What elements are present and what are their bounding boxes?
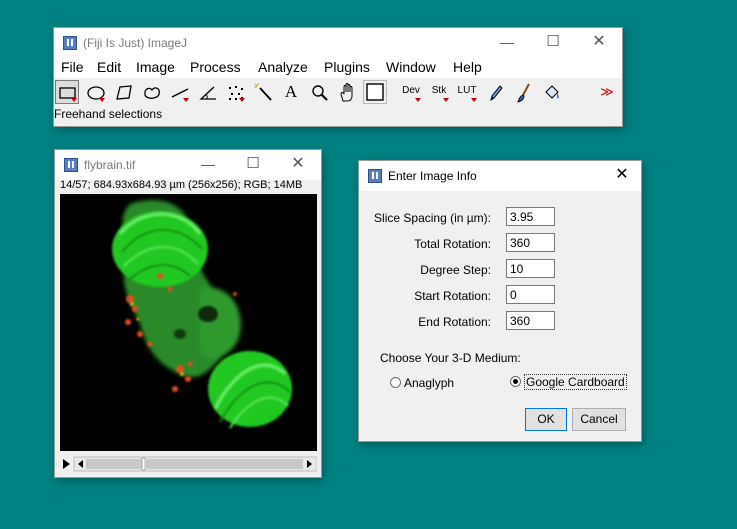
google-cardboard-radio[interactable]: Google Cardboard: [510, 374, 627, 390]
menu-file[interactable]: File: [61, 59, 84, 75]
degree-step-field[interactable]: [506, 259, 555, 278]
rectangle-tool-icon[interactable]: [55, 80, 79, 104]
scroll-thumb: [141, 457, 146, 471]
fiji-app-icon: [368, 169, 382, 183]
slice-spacing-label: Slice Spacing (in µm):: [374, 211, 491, 225]
slice-spacing-field[interactable]: [506, 207, 555, 226]
title-bar[interactable]: (Fiji Is Just) ImageJ — ☐ ✕: [54, 28, 622, 58]
more-tools-icon[interactable]: ≫: [595, 80, 619, 104]
title-bar[interactable]: flybrain.tif — ☐ ✕: [55, 150, 321, 180]
play-icon: [63, 459, 70, 469]
imagej-window: (Fiji Is Just) ImageJ — ☐ ✕ File Edit Im…: [54, 28, 622, 126]
google-cardboard-label: Google Cardboard: [524, 374, 627, 390]
dev-menu-button[interactable]: Dev: [399, 80, 423, 104]
angle-tool-icon[interactable]: [195, 80, 219, 104]
wand-tool-icon[interactable]: [251, 80, 275, 104]
stk-menu-button[interactable]: Stk: [427, 80, 451, 104]
slice-scroller[interactable]: [60, 456, 318, 472]
menu-plugins[interactable]: Plugins: [324, 59, 370, 75]
close-icon[interactable]: ✕: [275, 150, 321, 180]
medium-label: Choose Your 3-D Medium:: [380, 351, 521, 365]
menu-help[interactable]: Help: [453, 59, 482, 75]
dialog-title: Enter Image Info: [388, 169, 477, 183]
anaglyph-radio[interactable]: Anaglyph: [390, 376, 454, 390]
degree-step-label: Degree Step:: [420, 263, 491, 277]
flood-fill-tool-icon[interactable]: [539, 80, 563, 104]
pencil-tool-icon[interactable]: [483, 80, 507, 104]
menu-image[interactable]: Image: [136, 59, 175, 75]
radio-unchecked-icon[interactable]: [390, 377, 401, 388]
slice-scrollbar[interactable]: [60, 456, 318, 472]
maximize-icon[interactable]: ☐: [230, 150, 276, 180]
magnifier-tool-icon[interactable]: [307, 80, 331, 104]
minimize-icon[interactable]: —: [484, 28, 530, 58]
menu-process[interactable]: Process: [190, 59, 241, 75]
menu-window[interactable]: Window: [386, 59, 436, 75]
image-info-line: 14/57; 684.93x684.93 µm (256x256); RGB; …: [60, 179, 303, 191]
flybrain-image: [112, 200, 292, 429]
enter-image-info-dialog: Enter Image Info ✕ Slice Spacing (in µm)…: [359, 161, 641, 441]
polygon-tool-icon[interactable]: [111, 80, 135, 104]
color-picker-tool-icon[interactable]: [363, 80, 387, 104]
hand-tool-icon[interactable]: [335, 80, 359, 104]
menu-analyze[interactable]: Analyze: [258, 59, 308, 75]
start-rotation-field[interactable]: [506, 285, 555, 304]
status-bar: Freehand selections: [54, 107, 163, 121]
freehand-tool-icon[interactable]: [139, 80, 163, 104]
total-rotation-field[interactable]: [506, 233, 555, 252]
flybrain-window: flybrain.tif — ☐ ✕ 14/57; 684.93x684.93 …: [55, 150, 321, 477]
window-title: flybrain.tif: [84, 158, 136, 172]
lut-menu-button[interactable]: LUT: [455, 80, 479, 104]
image-canvas[interactable]: [60, 194, 317, 451]
start-rotation-label: Start Rotation:: [414, 289, 491, 303]
menu-edit[interactable]: Edit: [97, 59, 121, 75]
minimize-icon[interactable]: —: [185, 150, 231, 180]
maximize-icon[interactable]: ☐: [530, 28, 576, 58]
line-tool-icon[interactable]: [167, 80, 191, 104]
fiji-app-icon: [64, 158, 78, 172]
oval-tool-icon[interactable]: [83, 80, 107, 104]
ok-button[interactable]: OK: [525, 408, 567, 431]
end-rotation-label: End Rotation:: [418, 315, 491, 329]
close-icon[interactable]: ✕: [603, 161, 641, 191]
end-rotation-field[interactable]: [506, 311, 555, 330]
empty-tool-slot: [567, 80, 591, 104]
multipoint-tool-icon[interactable]: [223, 80, 247, 104]
fiji-app-icon: [63, 36, 77, 50]
anaglyph-label: Anaglyph: [404, 376, 455, 390]
paintbrush-tool-icon[interactable]: [511, 80, 535, 104]
total-rotation-label: Total Rotation:: [414, 237, 491, 251]
radio-checked-icon[interactable]: [510, 376, 521, 387]
title-bar[interactable]: Enter Image Info ✕: [359, 161, 641, 191]
text-tool-icon[interactable]: A: [279, 80, 303, 104]
menu-bar: File Edit Image Process Analyze Plugins …: [54, 58, 622, 78]
close-icon[interactable]: ✕: [576, 28, 622, 58]
window-title: (Fiji Is Just) ImageJ: [83, 36, 188, 50]
cancel-button[interactable]: Cancel: [572, 408, 626, 431]
toolbar: A Dev Stk LUT ≫: [54, 78, 622, 107]
